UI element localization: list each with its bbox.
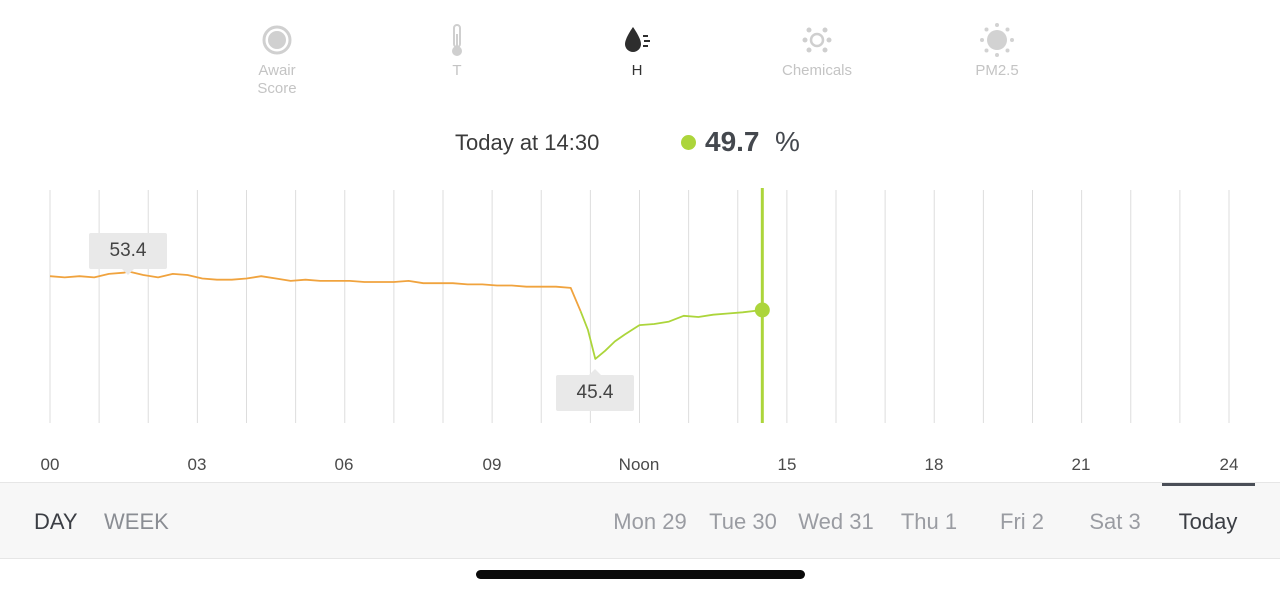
tab-chemicals-label: Chemicals [781, 62, 853, 79]
date-range-bar: DAY WEEK Mon 29 Tue 30 Wed 31 Thu 1 Fri … [0, 482, 1280, 559]
range-tab-week[interactable]: WEEK [104, 509, 169, 535]
status-dot [681, 135, 696, 150]
x-tick-label: 09 [482, 455, 502, 474]
x-tick-label: 24 [1219, 455, 1239, 474]
humidity-drop-icon [625, 27, 650, 52]
selected-day-indicator [1162, 483, 1255, 486]
min-value-tooltip: 45.4 [556, 369, 634, 411]
max-value-tooltip: 53.4 [89, 233, 167, 275]
tab-humidity[interactable]: H [577, 22, 697, 80]
grid-lines [49, 190, 1230, 423]
tab-awair-score-label: Awair Score [257, 62, 297, 97]
x-tick-label: 15 [777, 455, 797, 474]
tab-awair-score[interactable]: Awair Score [217, 22, 337, 98]
tab-pm25[interactable]: PM2.5 [937, 22, 1057, 80]
reading-unit: % [775, 126, 800, 157]
humidity-line-recent [579, 309, 763, 360]
x-tick-label: Noon [618, 455, 660, 474]
day-tab-thu-1[interactable]: Thu 1 [901, 509, 957, 535]
tab-humidity-label: H [631, 62, 643, 79]
day-tab-wed-31[interactable]: Wed 31 [798, 509, 873, 535]
day-tab-today[interactable]: Today [1179, 509, 1238, 535]
x-tick-label: 18 [924, 455, 944, 474]
x-tick-label: 00 [40, 455, 60, 474]
cursor-layer [754, 188, 770, 423]
humidity-line-chart[interactable] [0, 180, 1280, 440]
day-tab-tue-30[interactable]: Tue 30 [709, 509, 777, 535]
day-tab-mon-29[interactable]: Mon 29 [613, 509, 686, 535]
chemicals-icon [802, 27, 832, 53]
thermometer-icon [452, 24, 462, 56]
series-lines [49, 270, 763, 360]
home-indicator[interactable] [476, 570, 805, 579]
pm25-icon [980, 23, 1014, 57]
tab-pm25-label: PM2.5 [975, 62, 1019, 79]
tab-temperature[interactable]: T [397, 22, 517, 80]
day-tab-sat-3[interactable]: Sat 3 [1089, 509, 1140, 535]
reading-value: 49.7 [705, 126, 760, 157]
x-tick-label: 06 [334, 455, 354, 474]
day-tab-fri-2[interactable]: Fri 2 [1000, 509, 1044, 535]
current-value-point [754, 302, 770, 318]
x-tick-label: 21 [1071, 455, 1091, 474]
awair-score-icon [262, 25, 292, 55]
tab-temperature-label: T [452, 62, 462, 79]
reading-time: Today at 14:30 [455, 130, 600, 155]
tab-chemicals[interactable]: Chemicals [757, 22, 877, 80]
range-tab-day[interactable]: DAY [34, 509, 78, 535]
x-tick-label: 03 [187, 455, 207, 474]
